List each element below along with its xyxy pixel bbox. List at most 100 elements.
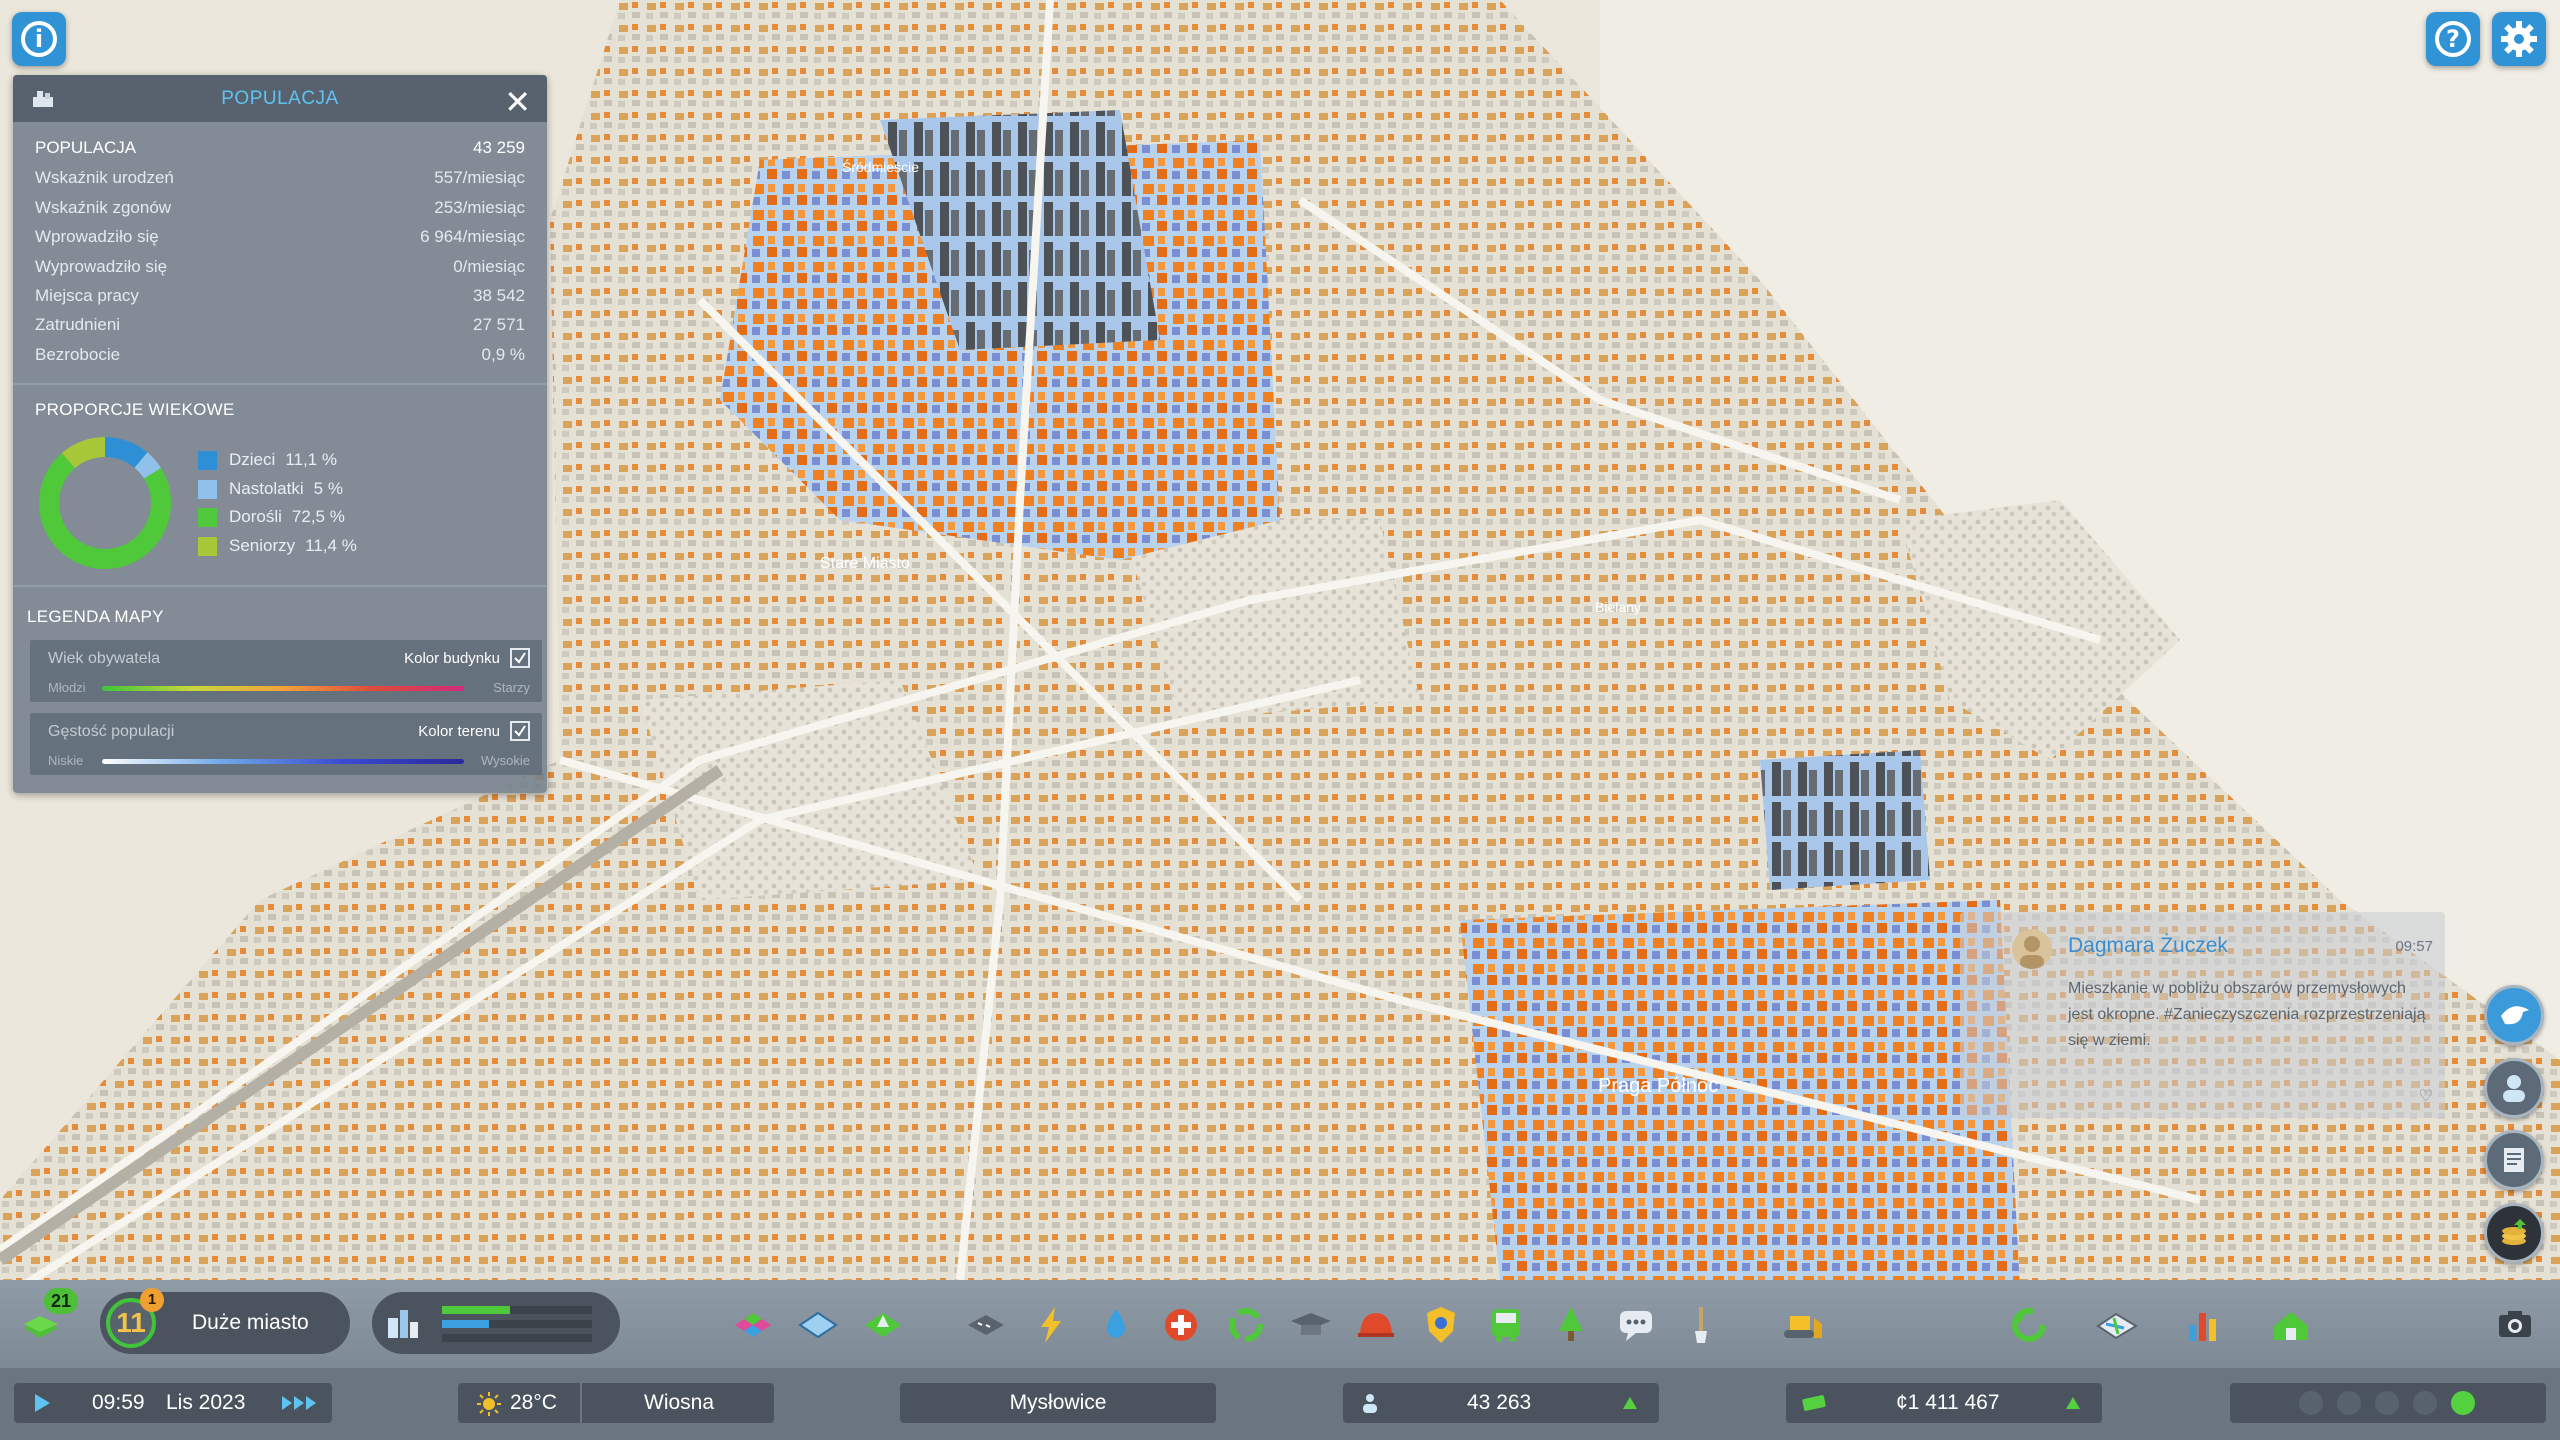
map-label-district: Stare Miasto: [820, 555, 910, 572]
happiness-panel[interactable]: [2230, 1383, 2546, 1423]
stat-label: Miejsca pracy: [35, 286, 139, 305]
divider: [13, 383, 547, 385]
chirper-button[interactable]: [2484, 985, 2544, 1045]
legend-swatch: [198, 450, 217, 470]
city-tier: Duże miasto: [192, 1311, 309, 1334]
road-icon: [968, 1315, 1004, 1335]
citizens-button[interactable]: [2484, 1058, 2544, 1118]
education-tool-button[interactable]: [1288, 1302, 1334, 1348]
help-button[interactable]: ?: [2426, 12, 2480, 66]
population-status[interactable]: 43 263: [1343, 1383, 1659, 1423]
age-label: Nastolatki: [229, 479, 304, 498]
city-services-button[interactable]: [2268, 1302, 2314, 1348]
landscaping-tool-button[interactable]: [860, 1302, 906, 1348]
help-icon: ?: [2435, 21, 2471, 57]
happy-face-icon: [2451, 1391, 2475, 1415]
clock-time: 09:59: [92, 1391, 145, 1414]
speed-button[interactable]: [276, 1387, 324, 1419]
landscape-tool-button[interactable]: [1678, 1302, 1724, 1348]
happiness-scale: [2292, 1391, 2482, 1415]
water-tool-button[interactable]: [1093, 1302, 1139, 1348]
undo-button[interactable]: [2006, 1302, 2052, 1348]
heart-icon[interactable]: ♡: [2419, 1086, 2433, 1106]
map-label-district: Bielany: [1595, 599, 1641, 615]
citizen-icon: [1363, 1394, 1377, 1413]
unhappy-icon: [2337, 1391, 2361, 1415]
parks-tool-button[interactable]: [1548, 1302, 1594, 1348]
map-overview-button[interactable]: [2094, 1302, 2140, 1348]
garbage-tool-button[interactable]: [1223, 1302, 1269, 1348]
chirp-author[interactable]: Dagmara Żuczek: [2068, 934, 2228, 958]
zoning-tool-button[interactable]: [730, 1302, 776, 1348]
statistics-button[interactable]: [2180, 1302, 2226, 1348]
building-color-checkbox[interactable]: [510, 648, 530, 668]
zoning-demand-icon: [388, 1310, 418, 1338]
terrain-color-checkbox[interactable]: [510, 721, 530, 741]
info-button[interactable]: i: [12, 12, 66, 66]
police-tool-button[interactable]: [1418, 1302, 1464, 1348]
stat-value: 43 259: [473, 138, 525, 157]
legend-max: Starzy: [493, 680, 530, 695]
legend-swatch: [198, 507, 217, 527]
areas-tool-button[interactable]: [795, 1302, 841, 1348]
age-value: 11,1 %: [285, 450, 337, 469]
stat-value: 38 542: [473, 286, 525, 305]
communications-tool-button[interactable]: [1613, 1302, 1659, 1348]
panel-header: POPULACJA ✕: [13, 75, 547, 122]
bulldoze-tool-button[interactable]: [1780, 1302, 1826, 1348]
xp-badge: 21: [44, 1288, 78, 1314]
temperature: 28°C: [510, 1391, 557, 1414]
close-icon[interactable]: ✕: [504, 83, 531, 121]
healthcare-tool-button[interactable]: [1158, 1302, 1204, 1348]
economy-button[interactable]: [2484, 1203, 2544, 1263]
trend-up-icon: [1623, 1397, 1637, 1409]
weather-panel[interactable]: 28°C Wiosna: [458, 1383, 774, 1423]
transport-tool-button[interactable]: [1483, 1302, 1529, 1348]
chirp-text: Mieszkanie w pobliżu obszarów przemysłow…: [2068, 980, 2426, 1049]
lightning-icon: [1041, 1307, 1061, 1343]
water-drop-icon: [1107, 1309, 1125, 1338]
journal-button[interactable]: [2484, 1130, 2544, 1190]
legend-min: Młodzi: [48, 680, 86, 695]
legend-citizen-age[interactable]: Wiek obywatela Kolor budynku Młodzi Star…: [30, 640, 542, 702]
stat-value: 253/miesiąc: [434, 198, 525, 217]
coins-icon: [2502, 1219, 2526, 1245]
map-label-district: Praga Północ: [1598, 1075, 1718, 1097]
content-face-icon: [2413, 1391, 2437, 1415]
stat-label: Wskaźnik zgonów: [35, 198, 172, 217]
landscaping-icon: [865, 1313, 901, 1337]
chirp-notification[interactable]: Dagmara Żuczek 09:57 Mieszkanie w pobliż…: [1960, 912, 2445, 1118]
settings-button[interactable]: [2492, 12, 2546, 66]
zoning-icon: [735, 1313, 771, 1337]
population-panel: POPULACJA ✕ POPULACJA 43 259 Wskaźnik ur…: [13, 75, 547, 793]
density-gradient-bar: [102, 759, 464, 764]
commercial-demand-track: [442, 1320, 592, 1328]
roads-tool-button[interactable]: [963, 1302, 1009, 1348]
health-icon: [1165, 1309, 1197, 1341]
area-icon: [798, 1311, 838, 1339]
play-button[interactable]: [22, 1387, 62, 1419]
photo-mode-button[interactable]: [2492, 1302, 2538, 1348]
stat-row: Bezrobocie 0,9 %: [35, 345, 525, 365]
fire-rescue-tool-button[interactable]: [1353, 1302, 1399, 1348]
age-section-title: PROPORCJE WIEKOWE: [35, 400, 235, 419]
divider: [580, 1383, 582, 1423]
house-icon: [2274, 1312, 2308, 1340]
stat-row: POPULACJA 43 259: [35, 138, 525, 158]
city-name-panel[interactable]: Mysłowice: [900, 1383, 1216, 1423]
fire-helmet-icon: [1358, 1313, 1394, 1337]
legend-population-density[interactable]: Gęstość populacji Kolor terenu Niskie Wy…: [30, 713, 542, 775]
age-legend-item: Dzieci 11,1 %: [198, 450, 337, 470]
shovel-icon: [1695, 1307, 1707, 1343]
undo-icon: [2012, 1308, 2046, 1342]
legend-max: Wysokie: [480, 753, 530, 768]
avatar: [2012, 929, 2052, 969]
demand-panel[interactable]: [372, 1292, 620, 1354]
trend-up-icon: [2066, 1397, 2080, 1409]
legend-name: Wiek obywatela: [48, 650, 161, 667]
milestone-panel[interactable]: 11 1 Duże miasto: [100, 1288, 350, 1354]
money-status[interactable]: ¢1 411 467: [1786, 1383, 2102, 1423]
residential-demand-track: [442, 1306, 592, 1314]
electricity-tool-button[interactable]: [1028, 1302, 1074, 1348]
status-bar: [0, 1368, 2560, 1440]
